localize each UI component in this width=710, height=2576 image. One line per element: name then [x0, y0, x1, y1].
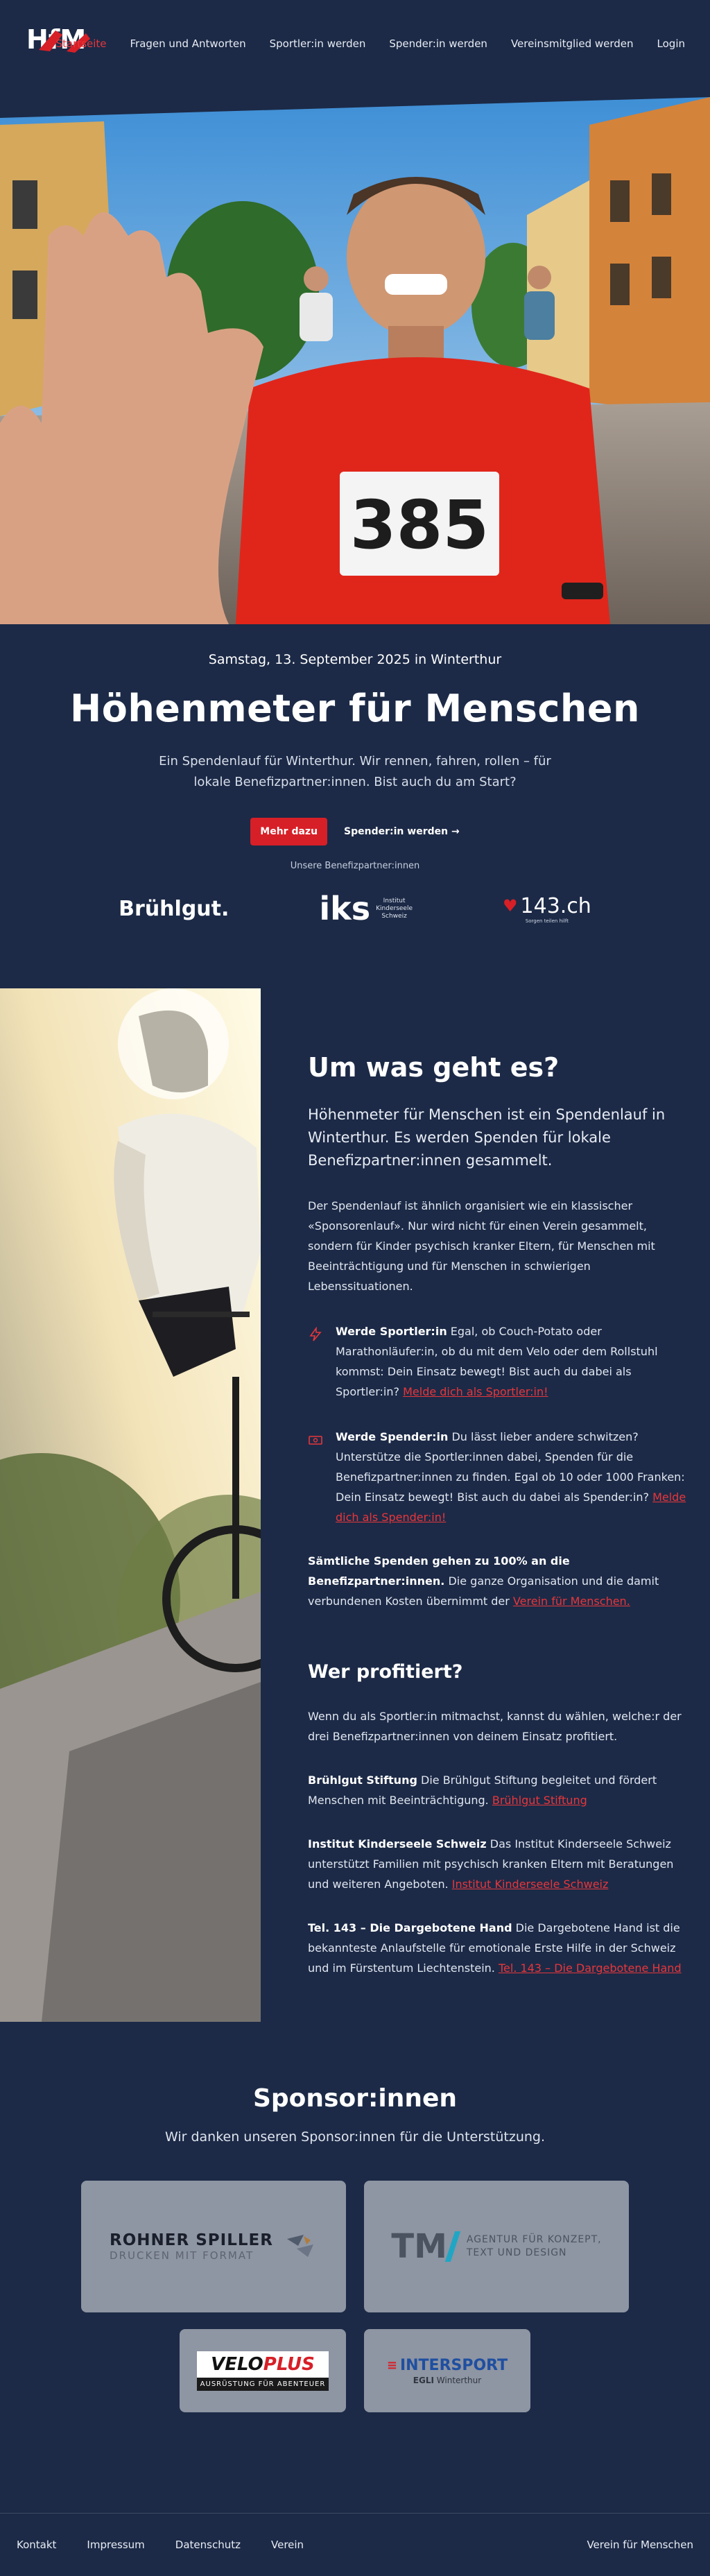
beneficiary-tel143: Tel. 143 – Die Dargebotene Hand Die Darg… [308, 1918, 689, 1978]
nav-link-spender[interactable]: Spender:in werden [389, 37, 487, 50]
sponsors-subtitle: Wir danken unseren Sponsor:innen für die… [164, 2129, 546, 2145]
nav-menu: Startseite Fragen und Antworten Sportler… [56, 37, 685, 50]
iks-logo-mark: iks [319, 890, 371, 927]
event-lead: Ein Spendenlauf für Winterthur. Wir renn… [159, 754, 551, 789]
event-title: Höhenmeter für Menschen [70, 687, 640, 730]
spender-werden-button[interactable]: Spender:in werden → [344, 826, 460, 837]
feature-spender-title: Werde Spender:in [336, 1430, 449, 1443]
about-text: Um was geht es? Höhenmeter für Menschen … [308, 988, 689, 2022]
rohner-spiller-name: ROHNER SPILLER [110, 2231, 273, 2249]
nav-link-startseite[interactable]: Startseite [56, 37, 107, 50]
footer-link-datenschutz[interactable]: Datenschutz [175, 2539, 241, 2551]
intersport-winterthur: Winterthur [436, 2375, 482, 2385]
intersport-tagline: EGLI Winterthur [387, 2376, 508, 2385]
about-lead: Höhenmeter für Menschen ist ein Spendenl… [308, 1106, 666, 1169]
feature-sportler-text: Werde Sportler:in Egal, ob Couch-Potato … [336, 1321, 689, 1402]
nav-link-sportler[interactable]: Sportler:in werden [270, 37, 366, 50]
feature-spender-text: Werde Spender:in Du lässt lieber andere … [336, 1427, 689, 1527]
feature-spender: Werde Spender:in Du lässt lieber andere … [308, 1427, 689, 1527]
tm-tagline: AGENTUR FÜR KONZEPT, TEXT UND DESIGN [467, 2233, 602, 2260]
sponsors-title: Sponsor:innen [252, 2084, 457, 2113]
rohner-spiller-logo[interactable]: ROHNER SPILLER DRUCKEN MIT FORMAT [81, 2181, 346, 2312]
money-icon [308, 1427, 324, 1527]
nav-link-verein[interactable]: Vereinsmitglied werden [511, 37, 634, 50]
footer-verein-name[interactable]: Verein für Menschen [587, 2539, 693, 2551]
tm-mark: TM [391, 2227, 447, 2266]
partners-label: Unsere Benefizpartner:innen [290, 861, 420, 871]
event-section: Samstag, 13. September 2025 in Winterthu… [0, 624, 710, 929]
footer-link-impressum[interactable]: Impressum [87, 2539, 144, 2551]
hero-image: 385 [0, 97, 710, 624]
tm-line-2: TEXT UND DESIGN [466, 2247, 567, 2258]
partner-logos: Brühlgut. iks Institut Kinderseele Schwe… [0, 888, 710, 929]
veloplus-tagline: AUSRÜSTUNG FÜR ABENTEUER [197, 2377, 329, 2391]
sponsors-row-2: VELOPLUS AUSRÜSTUNG FÜR ABENTEUER ≡ INTE… [0, 2329, 710, 2412]
about-body: Der Spendenlauf ist ähnlich organisiert … [308, 1199, 655, 1293]
tel-143-text: 143.ch [520, 893, 591, 918]
tm-slash-icon [444, 2231, 461, 2262]
veloplus-logo[interactable]: VELOPLUS AUSRÜSTUNG FÜR ABENTEUER [180, 2329, 346, 2412]
iks-line-3: Schweiz [381, 912, 407, 920]
sportler-signup-link[interactable]: Melde dich als Sportler:in! [403, 1385, 548, 1398]
iks-logo[interactable]: iks Institut Kinderseele Schweiz [319, 893, 413, 925]
iks-line-2: Kinderseele [376, 904, 413, 912]
sponsors-row-1: ROHNER SPILLER DRUCKEN MIT FORMAT TM AGE… [0, 2181, 710, 2312]
tel-143-tagline: Sorgen teilen hilft [525, 918, 569, 924]
beneficiary-kinderseele: Institut Kinderseele Schweiz Das Institu… [308, 1834, 689, 1894]
sponsors-section: Sponsor:innen Wir danken unseren Sponsor… [0, 2022, 710, 2513]
tel-143-logo[interactable]: ♥ 143.ch Sorgen teilen hilft [503, 894, 591, 924]
about-title: Um was geht es? [308, 1052, 560, 1083]
bruhlgut-logo[interactable]: Brühlgut. [119, 897, 229, 921]
veloplus-plus: PLUS [263, 2353, 315, 2375]
bolt-icon [308, 1321, 324, 1402]
footer-link-verein[interactable]: Verein [271, 2539, 304, 2551]
feature-sportler-title: Werde Sportler:in [336, 1325, 447, 1338]
rohner-spiller-tagline: DRUCKEN MIT FORMAT [110, 2249, 254, 2262]
intersport-logo[interactable]: ≡ INTERSPORT EGLI Winterthur [364, 2329, 530, 2412]
veloplus-velo: VELO [211, 2353, 263, 2375]
donation-note: Sämtliche Spenden gehen zu 100% an die B… [308, 1551, 689, 1611]
intersport-stripes-icon: ≡ [386, 2358, 397, 2373]
tel143-link[interactable]: Tel. 143 – Die Dargebotene Hand [499, 1961, 682, 1975]
bib-number: 385 [350, 486, 489, 564]
iks-line-1: Institut [383, 897, 406, 904]
iks-logo-text: Institut Kinderseele Schweiz [376, 898, 413, 920]
rohner-spiller-mark-icon [286, 2235, 313, 2257]
footer-links: Kontakt Impressum Datenschutz Verein [17, 2539, 304, 2551]
nav-link-login[interactable]: Login [657, 37, 685, 50]
about-section: Um was geht es? Höhenmeter für Menschen … [0, 988, 710, 2022]
bruhlgut-link[interactable]: Brühlgut Stiftung [492, 1794, 587, 1807]
intersport-egli: EGLI [413, 2375, 434, 2385]
beneficiary-name: Tel. 143 – Die Dargebotene Hand [308, 1921, 512, 1934]
cyclist-photo [0, 988, 261, 2022]
beneficiary-bruhlgut: Brühlgut Stiftung Die Brühlgut Stiftung … [308, 1770, 689, 1810]
footer-link-kontakt[interactable]: Kontakt [17, 2539, 56, 2551]
mehr-dazu-button[interactable]: Mehr dazu [250, 818, 328, 845]
nav-link-faq[interactable]: Fragen und Antworten [130, 37, 246, 50]
kinderseele-link[interactable]: Institut Kinderseele Schweiz [452, 1878, 609, 1891]
tm-line-1: AGENTUR FÜR KONZEPT, [466, 2234, 602, 2245]
feature-sportler: Werde Sportler:in Egal, ob Couch-Potato … [308, 1321, 689, 1402]
beneficiary-name: Brühlgut Stiftung [308, 1774, 417, 1787]
tm-agentur-logo[interactable]: TM AGENTUR FÜR KONZEPT, TEXT UND DESIGN [364, 2181, 629, 2312]
beneficiaries-title: Wer profitiert? [308, 1661, 463, 1683]
footer: Kontakt Impressum Datenschutz Verein Ver… [0, 2513, 710, 2576]
heart-icon: ♥ [503, 896, 518, 916]
top-navigation: HfM Startseite Fragen und Antworten Spor… [0, 0, 710, 97]
beneficiaries-intro: Wenn du als Sportler:in mitmachst, kanns… [308, 1710, 682, 1743]
veloplus-wordmark: VELOPLUS [197, 2351, 329, 2378]
verein-link[interactable]: Verein für Menschen. [513, 1595, 630, 1608]
event-date: Samstag, 13. September 2025 in Winterthu… [208, 652, 502, 667]
beneficiary-name: Institut Kinderseele Schweiz [308, 1837, 487, 1851]
cta-group: Mehr dazu Spender:in werden → [0, 818, 710, 845]
intersport-name: INTERSPORT [399, 2356, 508, 2374]
